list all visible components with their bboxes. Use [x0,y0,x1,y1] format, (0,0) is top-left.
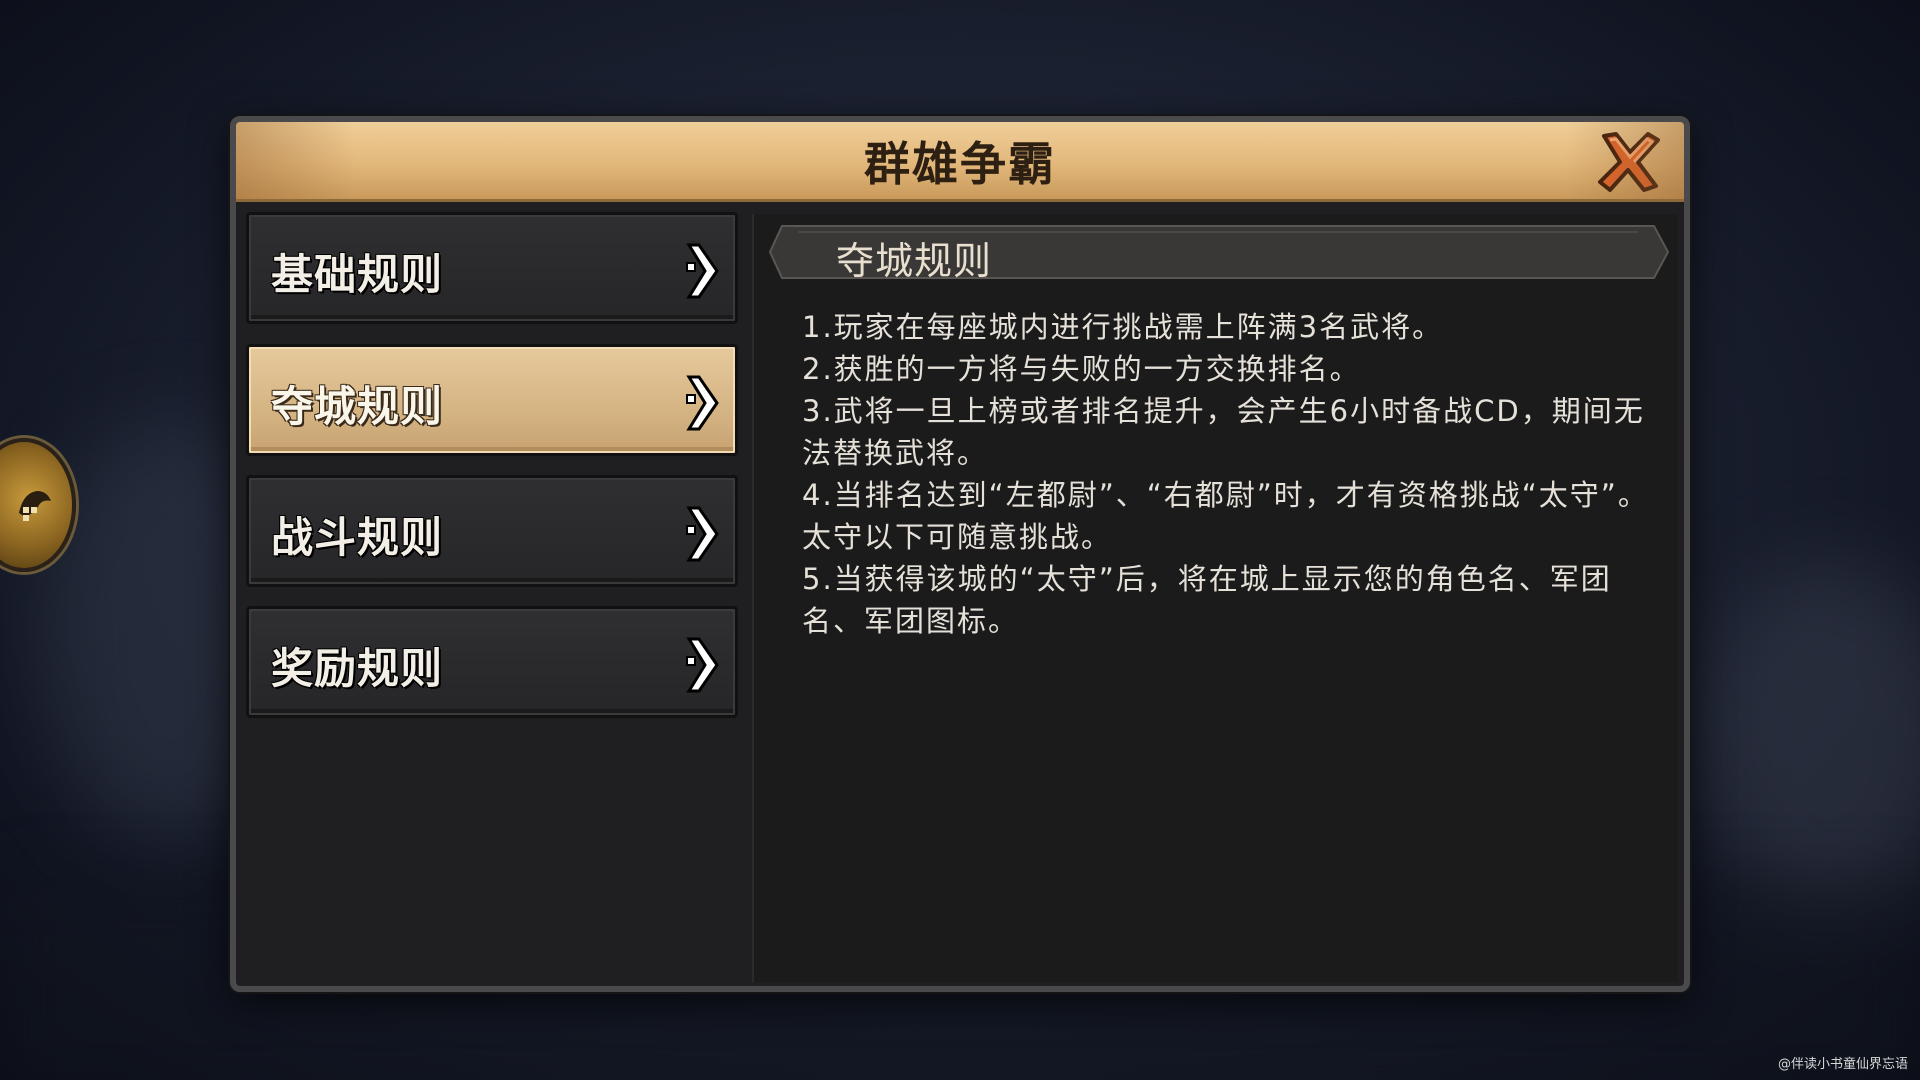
chevron-right-icon [686,637,719,693]
rules-text-block: 1.玩家在每座城内进行挑战需上阵满3名武将。 2.获胜的一方将与失败的一方交换排… [802,306,1652,642]
rule-item: 3.武将一旦上榜或者排名提升，会产生6小时备战CD，期间无法替换武将。 [802,394,1645,470]
watermark-text: @伴读小书童仙界忘语 [1777,1057,1908,1072]
menu-item-label: 夺城规则 [271,382,444,431]
rule-item: 4.当排名达到“左都尉”、“右都尉”时，才有资格挑战“太守”。太守以下可随意挑战… [802,478,1649,554]
rules-dialog: 群雄争霸 基础规则 夺城规则 战斗规则 奖励规则 夺城规则 1.玩家在每座城内进… [230,116,1690,992]
chevron-right-icon [686,375,719,431]
emblem-icon [19,491,51,521]
chevron-right-icon [686,243,719,299]
menu-item-basic-rules[interactable]: 基础规则 [246,212,738,324]
background-scenery-right [1700,560,1920,920]
chevron-right-icon [686,506,719,562]
dialog-title: 群雄争霸 [864,136,1056,191]
rule-item: 2.获胜的一方将与失败的一方交换排名。 [802,352,1361,386]
content-header-title: 夺城规则 [836,239,993,283]
menu-item-battle-rules[interactable]: 战斗规则 [246,475,738,587]
close-x-icon [1598,132,1660,192]
close-button[interactable] [1594,130,1664,194]
menu-item-label: 奖励规则 [271,644,444,693]
rules-menu: 基础规则 夺城规则 战斗规则 奖励规则 [246,212,742,982]
menu-item-label: 基础规则 [271,250,444,299]
rule-item: 1.玩家在每座城内进行挑战需上阵满3名武将。 [802,310,1444,344]
menu-item-city-capture-rules[interactable]: 夺城规则 [246,344,738,456]
content-header-banner: 夺城规则 [768,224,1670,283]
menu-item-reward-rules[interactable]: 奖励规则 [246,606,738,718]
rule-item: 5.当获得该城的“太守”后，将在城上显示您的角色名、军团名、军团图标。 [802,562,1612,638]
menu-item-label: 战斗规则 [271,513,444,562]
rules-content-pane: 夺城规则 1.玩家在每座城内进行挑战需上阵满3名武将。 2.获胜的一方将与失败的… [752,214,1678,982]
dialog-title-bar: 群雄争霸 [236,122,1684,202]
